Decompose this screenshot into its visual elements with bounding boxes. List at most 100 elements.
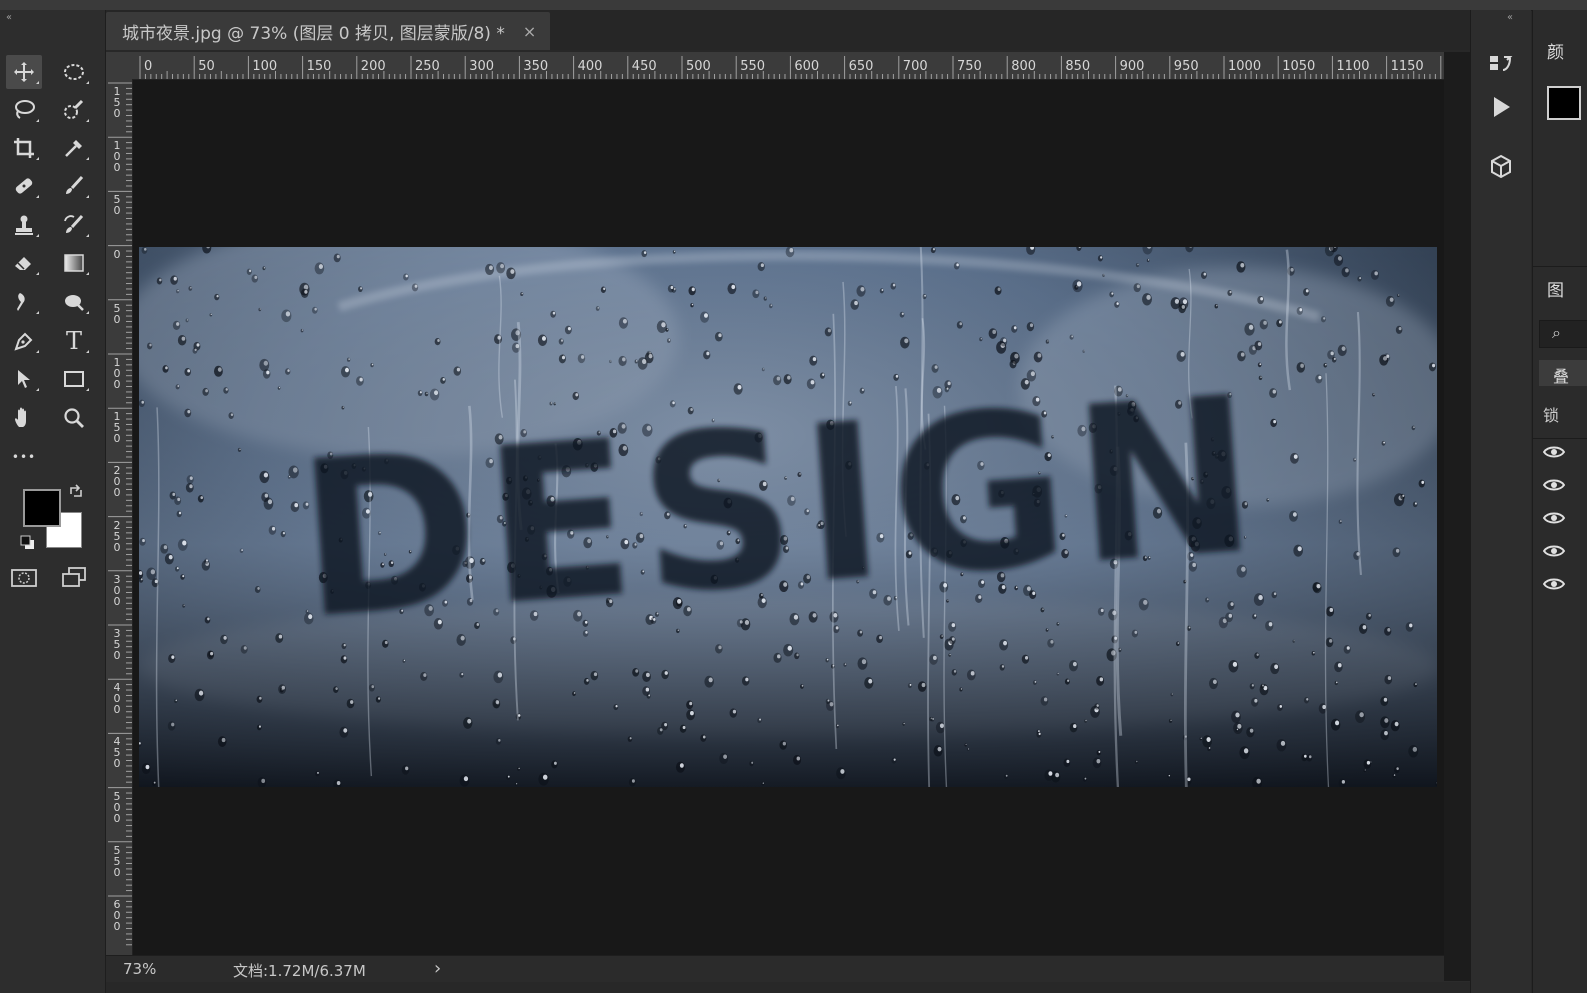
- ruler-label: 150: [306, 59, 332, 74]
- ruler-label: 600: [794, 59, 820, 74]
- ruler-label: 700: [902, 59, 928, 74]
- dodge-tool[interactable]: [56, 285, 92, 319]
- move-icon: [14, 62, 34, 82]
- clone-stamp-tool[interactable]: [6, 208, 42, 242]
- play-actions-icon[interactable]: [1488, 94, 1514, 120]
- ruler-origin[interactable]: [106, 52, 132, 79]
- type-tool[interactable]: T: [56, 324, 92, 358]
- lasso-tool[interactable]: [6, 93, 42, 127]
- pen-tool[interactable]: [6, 324, 42, 358]
- ruler-label: 250: [113, 518, 121, 554]
- ruler-label: 600: [113, 898, 121, 933]
- quick-selection-tool[interactable]: [56, 93, 92, 127]
- layer-visibility-eye-icon[interactable]: [1543, 544, 1565, 558]
- ruler-label: 0: [113, 247, 121, 261]
- eyedropper-icon: [65, 140, 82, 157]
- eraser-icon: [15, 257, 31, 270]
- crop-tool[interactable]: [6, 131, 42, 165]
- zoom-tool[interactable]: [56, 401, 92, 435]
- ruler-label: 100: [113, 139, 121, 175]
- collapse-toolbar-button[interactable]: ‹‹: [6, 12, 12, 23]
- ruler-label: 450: [631, 59, 657, 74]
- swap-colors-icon[interactable]: [68, 484, 84, 500]
- ruler-label: 1050: [1282, 59, 1316, 74]
- hand-tool[interactable]: [6, 401, 42, 435]
- ruler-label: 950: [1173, 59, 1199, 74]
- ruler-label: 500: [113, 789, 121, 825]
- layer-visibility-eye-icon[interactable]: [1543, 478, 1565, 492]
- blend-mode-label: 叠: [1553, 367, 1570, 386]
- ruler-label: 100: [252, 59, 278, 74]
- foreground-color-swatch[interactable]: [23, 489, 61, 527]
- zoom-level[interactable]: 73%: [123, 960, 156, 978]
- screen-mode-icon[interactable]: [60, 566, 90, 590]
- ruler-label: 800: [1011, 59, 1037, 74]
- ruler-label: 300: [469, 59, 495, 74]
- default-colors-icon[interactable]: [20, 535, 36, 551]
- ruler-label: 750: [957, 59, 982, 74]
- healing-brush-tool[interactable]: [6, 169, 42, 203]
- ruler-label: 200: [360, 59, 386, 74]
- gradient-tool[interactable]: [56, 246, 92, 280]
- color-panel-tab[interactable]: 颜: [1547, 38, 1564, 63]
- ruler-label: 500: [686, 59, 711, 74]
- collapse-dock-button[interactable]: ‹‹: [1507, 12, 1513, 23]
- vertical-ruler[interactable]: 1501005005010015020025030035040045050055…: [106, 79, 133, 955]
- ruler-label: 650: [848, 59, 874, 74]
- rainy-window-image: DESIGN: [139, 247, 1437, 787]
- status-menu-arrow[interactable]: ›: [434, 958, 441, 979]
- document-tab[interactable]: 城市夜景.jpg @ 73% (图层 0 拷贝, 图层蒙版/8) * ×: [106, 12, 551, 50]
- ruler-label: 550: [113, 843, 121, 879]
- 3d-cube-icon[interactable]: [1488, 154, 1514, 180]
- layer-visibility-eye-icon[interactable]: [1543, 511, 1565, 525]
- history-panel-icon[interactable]: [1488, 52, 1514, 78]
- drop-icon: [17, 293, 25, 311]
- move-tool[interactable]: [6, 55, 42, 89]
- dodge-icon: [65, 295, 84, 311]
- ruler-label: 250: [415, 59, 440, 74]
- layer-search-field[interactable]: ⌕: [1539, 320, 1587, 348]
- ruler-label: 350: [523, 59, 549, 74]
- ruler-label: 900: [1119, 59, 1145, 74]
- more-tools[interactable]: •••: [6, 440, 42, 474]
- layer-visibility-eye-icon[interactable]: [1543, 577, 1565, 591]
- quick-mask-icon[interactable]: [10, 567, 38, 589]
- document-image[interactable]: DESIGN: [139, 247, 1437, 787]
- eraser-tool[interactable]: [6, 246, 42, 280]
- rectangle-icon: [64, 371, 84, 387]
- panel-color-swatch[interactable]: [1547, 86, 1581, 120]
- rectangle-tool[interactable]: [56, 362, 92, 396]
- layers-divider: [1533, 438, 1587, 439]
- pen-icon: [14, 332, 33, 351]
- elliptical-marquee-tool[interactable]: [56, 55, 92, 89]
- history-brush-tool[interactable]: [56, 208, 92, 242]
- document-tab-title: 城市夜景.jpg @ 73% (图层 0 拷贝, 图层蒙版/8) *: [122, 23, 505, 44]
- blend-mode-select[interactable]: 叠: [1539, 360, 1587, 386]
- gradient-icon: [64, 254, 84, 272]
- ruler-label: 100: [113, 356, 121, 391]
- close-tab-button[interactable]: ×: [523, 22, 536, 41]
- stamp-icon: [15, 215, 33, 235]
- crop-icon: [14, 138, 34, 158]
- blur-tool[interactable]: [6, 285, 42, 319]
- path-selection-tool[interactable]: [6, 362, 42, 396]
- ruler-label: 150: [113, 85, 121, 120]
- hand-icon: [15, 407, 26, 427]
- ruler-label: 400: [577, 59, 603, 74]
- eyedropper-tool[interactable]: [56, 131, 92, 165]
- ruler-label: 1150: [1390, 59, 1424, 74]
- search-icon: ⌕: [1552, 323, 1561, 342]
- type-icon: T: [65, 327, 82, 355]
- ruler-label: 1100: [1336, 59, 1370, 74]
- brush-tool[interactable]: [56, 169, 92, 203]
- horizontal-ruler[interactable]: 0 50 100 150 200 250 300 350 400 450 500 550 600 650 7…: [106, 52, 1444, 80]
- ellipsis-icon: •••: [11, 450, 37, 464]
- ruler-label: 150: [113, 410, 121, 446]
- lock-label: 锁: [1543, 406, 1560, 425]
- status-bar: 73% 文档:1.72M/6.37M ›: [106, 955, 1470, 982]
- layers-panel-tab[interactable]: 图: [1547, 276, 1564, 301]
- layer-visibility-eye-icon[interactable]: [1543, 445, 1565, 459]
- quick-selection-icon: [64, 99, 84, 119]
- document-size-info: 文档:1.72M/6.37M: [233, 962, 366, 980]
- lasso-icon: [15, 100, 35, 119]
